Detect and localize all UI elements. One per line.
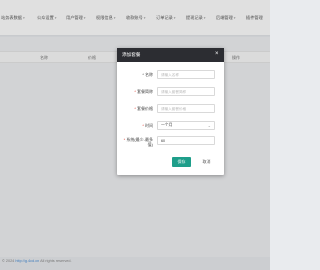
package-short-name-label: * 套餐简称 (134, 89, 153, 94)
duration-select[interactable]: 一个月 ⌄ (157, 121, 215, 130)
cancel-button[interactable]: 取消 (196, 157, 217, 167)
package-short-name-input[interactable] (157, 87, 215, 96)
dialog-title: 添加套餐 (122, 52, 141, 57)
name-input[interactable] (157, 70, 215, 79)
duration-selected-value: 一个月 (161, 123, 173, 127)
add-package-dialog: 添加套餐 × * 名称 * 套餐简称 * 套餐价格 * 时间 一个月 ⌄ * 系… (117, 48, 224, 175)
chevron-down-icon: ⌄ (207, 123, 211, 128)
system-limit-label: * 系统(最少-最多值) (123, 137, 153, 147)
save-button[interactable]: 保存 (172, 157, 191, 167)
system-limit-input[interactable] (157, 136, 215, 145)
dialog-header: 添加套餐 × (117, 48, 224, 62)
name-field-label: * 名称 (142, 72, 153, 77)
close-icon[interactable]: × (215, 51, 219, 57)
package-price-label: * 套餐价格 (134, 106, 153, 111)
package-price-input[interactable] (157, 104, 215, 113)
duration-label: * 时间 (142, 123, 153, 128)
